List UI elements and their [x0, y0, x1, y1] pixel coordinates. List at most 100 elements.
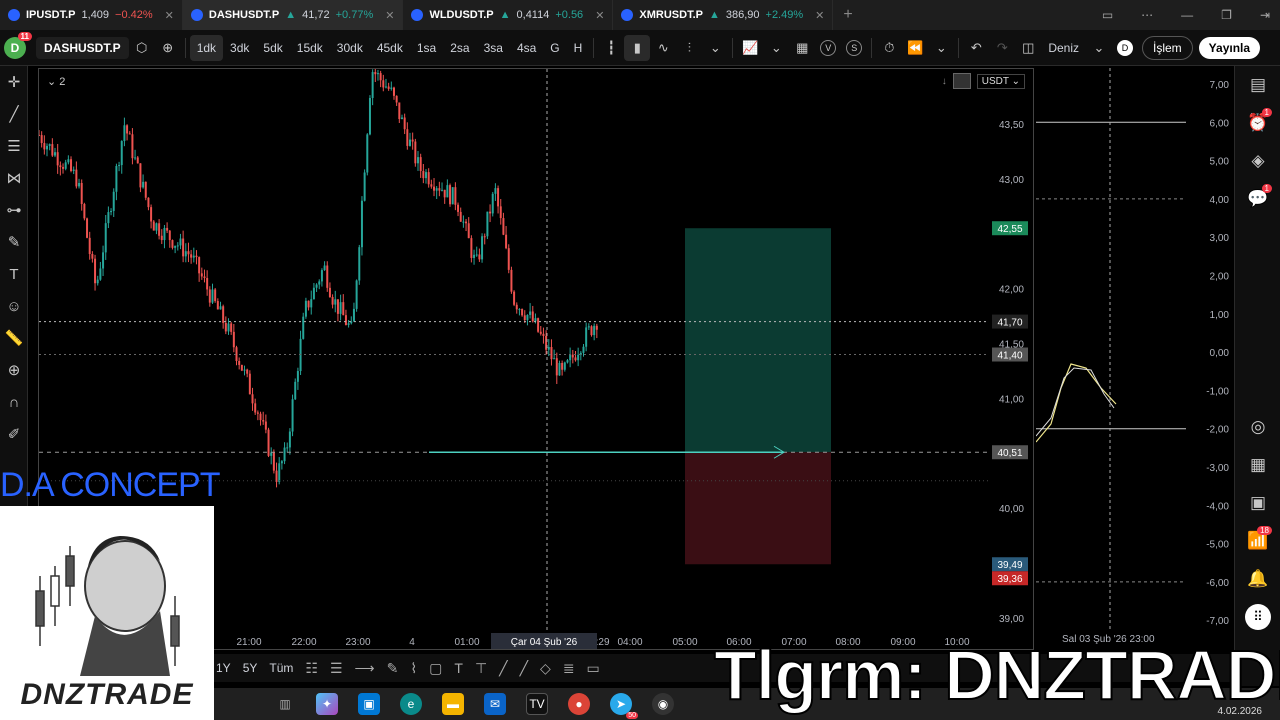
layouts-icon[interactable]: ▦	[789, 35, 815, 61]
new-tab-icon[interactable]: +	[843, 6, 852, 24]
brush-icon[interactable]: ✎	[387, 660, 399, 677]
text-icon[interactable]: T	[0, 258, 28, 290]
publish-button[interactable]: Yayınla	[1198, 36, 1261, 59]
text-icon[interactable]: T	[454, 660, 463, 676]
redo-icon[interactable]: ↷	[989, 35, 1015, 61]
tab-ipusdt[interactable]: IPUSDT.P 1,409 −0.42% ✕	[0, 0, 183, 30]
close-icon[interactable]: ✕	[165, 9, 174, 22]
outlook-icon[interactable]: ✉	[484, 693, 506, 715]
chevron-down-icon[interactable]: ⌄	[702, 35, 728, 61]
tradingview-icon[interactable]: TV	[526, 693, 548, 715]
interval-3sa[interactable]: 3sa	[477, 35, 510, 61]
interval-15dk[interactable]: 15dk	[290, 35, 330, 61]
ellipse-icon[interactable]: ◇	[540, 660, 551, 677]
stream-icon[interactable]: 📶 18	[1235, 522, 1280, 560]
alert-icon[interactable]: ⏱	[876, 35, 902, 61]
interval-3dk[interactable]: 3dk	[223, 35, 256, 61]
v-circle-icon[interactable]: V	[815, 35, 841, 61]
app-icon[interactable]: ◉	[652, 693, 674, 715]
magnet-icon[interactable]: ∩	[0, 386, 28, 418]
layout-name[interactable]: Deniz	[1041, 35, 1086, 61]
indicators-icon[interactable]: 📈	[737, 35, 763, 61]
chrome-icon[interactable]: ●	[568, 693, 590, 715]
candle-chart-icon[interactable]: ▮	[624, 34, 651, 61]
crosshair-icon[interactable]: ✛	[0, 66, 28, 98]
range-all[interactable]: Tüm	[269, 661, 293, 675]
channel-icon[interactable]: ☰	[330, 660, 343, 677]
replay-icon[interactable]: ⏪	[902, 35, 928, 61]
oscillator-pane[interactable]: 7,00 6,00 5,00 4,00 3,00 2,00 1,00 0,00 -1,00 -2,…	[1036, 68, 1233, 650]
interval-45dk[interactable]: 45dk	[370, 35, 410, 61]
layers-icon[interactable]: ◈	[1235, 142, 1280, 180]
interval-1sa[interactable]: 1sa	[410, 35, 443, 61]
download-icon[interactable]: ↓	[942, 76, 947, 87]
target-icon[interactable]: ◎	[1235, 408, 1280, 446]
telegram-icon[interactable]: ➤ 50	[610, 693, 638, 719]
lock-pen-icon[interactable]: ✐	[0, 418, 28, 450]
tab-dashusdt[interactable]: DASHUSDT.P ▲ 41,72 +0.77% ✕	[182, 0, 404, 30]
more-icon[interactable]: ⋯	[1141, 8, 1153, 22]
chevron-down-icon[interactable]: ⌄	[928, 35, 954, 61]
close-icon[interactable]: ✕	[385, 9, 394, 22]
close-icon[interactable]: ✕	[595, 9, 604, 22]
screenshot-icon[interactable]	[952, 73, 971, 89]
indicator-icon[interactable]: ∿	[650, 35, 676, 61]
line-icon[interactable]: ╱	[499, 660, 507, 677]
apps-grid-icon[interactable]: ⠿	[1235, 598, 1280, 636]
interval-4sa[interactable]: 4sa	[510, 35, 543, 61]
lines-icon[interactable]: ☷	[305, 660, 318, 677]
layout-icon[interactable]: ▭	[1102, 8, 1113, 22]
interval-1dk[interactable]: 1dk	[189, 34, 224, 61]
widgets-icon[interactable]: ▥	[274, 693, 296, 715]
note-icon[interactable]: ⊤	[475, 660, 487, 677]
minimize-icon[interactable]: —	[1181, 8, 1193, 22]
trend-line-icon[interactable]: ╱	[0, 98, 28, 130]
emoji-icon[interactable]: ☺	[0, 290, 28, 322]
ray-icon[interactable]: ⟶	[355, 660, 375, 677]
chevron-down-icon[interactable]: ⌄	[763, 35, 789, 61]
trade-button[interactable]: İşlem	[1142, 35, 1193, 60]
interval-2sa[interactable]: 2sa	[443, 35, 476, 61]
chart-type-icon[interactable]: ⫶	[676, 35, 702, 61]
profile-icon[interactable]: D	[1112, 35, 1138, 61]
s-circle-icon[interactable]: S	[841, 35, 867, 61]
rectangle-icon[interactable]: ▢	[429, 660, 442, 677]
brush-icon[interactable]: ✎	[0, 226, 28, 258]
alerts-icon[interactable]: ⏰ 1	[1235, 104, 1280, 142]
layout-panel-icon[interactable]: ◫	[1015, 35, 1041, 61]
horizontal-lines-icon[interactable]: ☰	[0, 130, 28, 162]
zoom-icon[interactable]: ⊕	[0, 354, 28, 386]
currency-select[interactable]: USDT ⌄	[976, 73, 1025, 89]
exit-icon[interactable]: ⇥	[1260, 8, 1270, 22]
chat-icon[interactable]: 💬 1	[1235, 180, 1280, 218]
line-icon[interactable]: ╱	[520, 660, 528, 677]
comment-icon[interactable]: ▭	[587, 660, 600, 677]
copilot-icon[interactable]: ✦	[316, 693, 338, 715]
interval-30dk[interactable]: 30dk	[330, 35, 370, 61]
interval-h[interactable]: H	[567, 35, 590, 61]
pane-collapse[interactable]: ⌄ 2	[47, 75, 65, 88]
maximize-icon[interactable]: ❐	[1221, 8, 1232, 22]
avatar[interactable]: D 11	[4, 31, 32, 59]
path-icon[interactable]: ⌇	[410, 660, 417, 677]
fib-icon[interactable]: ⊶	[0, 194, 28, 226]
edge-icon[interactable]: e	[400, 693, 422, 715]
tab-xmrusdt[interactable]: XMRUSDT.P ▲ 386,90 +2.49% ✕	[613, 0, 834, 30]
ruler-icon[interactable]: 📏	[0, 322, 28, 354]
bar-chart-icon[interactable]: ┇	[598, 35, 624, 61]
undo-icon[interactable]: ↶	[963, 35, 989, 61]
symbol-search[interactable]: DASHUSDT.P	[36, 36, 129, 59]
bell-icon[interactable]: 🔔	[1235, 560, 1280, 598]
pattern-icon[interactable]: ⋈	[0, 162, 28, 194]
list-icon[interactable]: ≣	[563, 660, 575, 677]
compare-icon[interactable]: ⬡	[129, 35, 155, 61]
range-1y[interactable]: 1Y	[216, 661, 231, 675]
range-5y[interactable]: 5Y	[243, 661, 258, 675]
oscillator-canvas[interactable]: 7,00 6,00 5,00 4,00 3,00 2,00 1,00 0,00 -1,00 -2,…	[1036, 68, 1233, 650]
interval-g[interactable]: G	[543, 35, 566, 61]
add-symbol-icon[interactable]: ⊕	[155, 35, 181, 61]
close-icon[interactable]: ✕	[815, 9, 824, 22]
interval-5dk[interactable]: 5dk	[256, 35, 289, 61]
tab-wldusdt[interactable]: WLDUSDT.P ▲ 0,4114 +0.56 ✕	[403, 0, 614, 30]
store-icon[interactable]: ▣	[358, 693, 380, 715]
